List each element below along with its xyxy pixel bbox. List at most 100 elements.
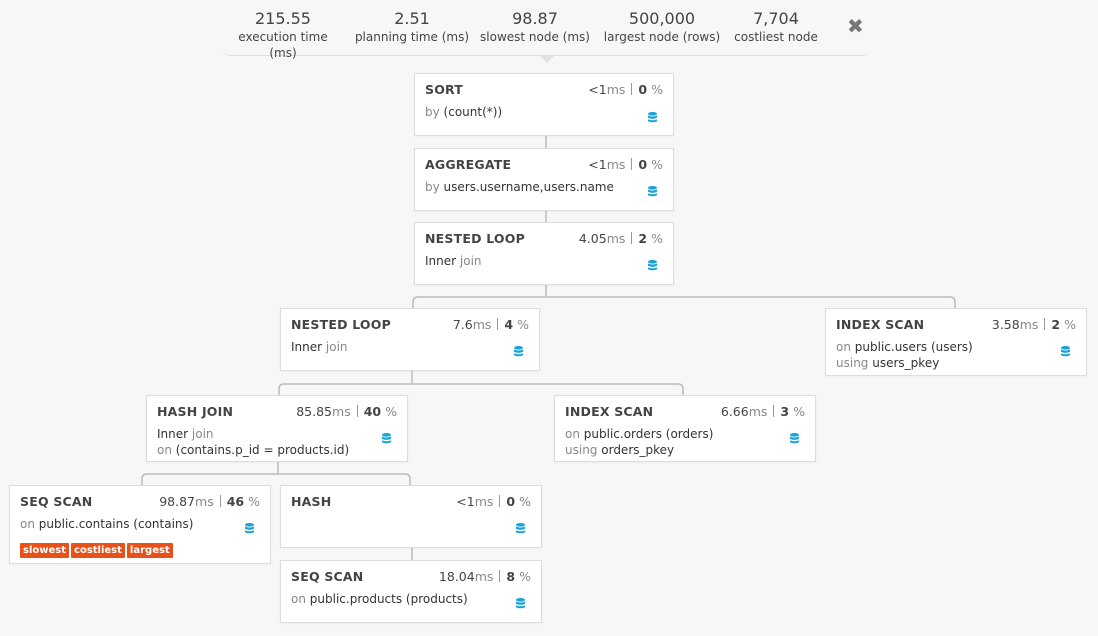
node-title: SEQ SCAN <box>291 569 364 584</box>
node-time: 4.05 <box>578 231 607 246</box>
plan-node-seq-scan[interactable]: SEQ SCAN 18.04ms 8 % on public.products (… <box>280 560 542 623</box>
database-icon[interactable] <box>648 112 657 123</box>
node-tags: slowest costliest largest <box>20 538 175 558</box>
node-desc-value: public.contains (contains) <box>38 517 194 531</box>
node-time-unit: ms <box>606 231 626 246</box>
node-description: by users.username,users.name <box>425 179 614 195</box>
database-icon[interactable] <box>648 186 657 197</box>
slowest-tag: slowest <box>20 543 70 558</box>
node-time-unit: ms <box>606 82 626 97</box>
node-desc-value: (count(*)) <box>443 105 503 119</box>
node-time-unit: ms <box>195 494 214 509</box>
node-time: 3.58 <box>991 317 1020 332</box>
database-icon[interactable] <box>514 346 523 357</box>
plan-node-seq-scan[interactable]: SEQ SCAN 98.87ms 46 % on public.contains … <box>9 485 271 564</box>
node-desc-key: on <box>836 340 851 354</box>
node-metrics: <1ms 0 % <box>588 82 663 97</box>
node-title: NESTED LOOP <box>425 231 525 246</box>
node-percent-unit: % <box>651 157 663 172</box>
node-desc-value: public.users (users) <box>854 340 973 354</box>
node-description: by (count(*)) <box>425 104 502 120</box>
node-time-unit: ms <box>748 404 768 419</box>
node-metrics: 4.05ms 2 % <box>579 231 663 246</box>
node-description: Inner join on (contains.p_id = products.i… <box>157 426 349 458</box>
node-title: NESTED LOOP <box>291 317 391 332</box>
node-percent-unit: % <box>519 569 531 584</box>
node-title: INDEX SCAN <box>565 404 654 419</box>
node-time: <1 <box>588 157 607 172</box>
node-desc-value: Inner <box>157 427 189 441</box>
plan-node-index-scan[interactable]: INDEX SCAN 3.58ms 2 % on public.users (us… <box>825 308 1087 376</box>
node-metrics: <1ms 0 % <box>456 494 531 509</box>
database-icon[interactable] <box>516 598 525 609</box>
node-title: SEQ SCAN <box>20 494 93 509</box>
node-time-unit: ms <box>474 569 494 584</box>
node-desc-value: Inner <box>291 340 323 354</box>
database-icon[interactable] <box>1061 346 1070 357</box>
node-percent: 0 <box>506 494 516 509</box>
node-metrics: 7.6ms 4 % <box>453 317 529 332</box>
node-description: on public.orders (orders) using orders_pk… <box>565 426 713 458</box>
node-percent: 0 <box>638 157 648 172</box>
node-time: 98.87 <box>159 494 196 509</box>
plan-node-sort[interactable]: SORT <1ms 0 % by (count(*)) <box>414 73 674 136</box>
node-desc-key: on <box>291 592 306 606</box>
largest-tag: largest <box>126 543 173 558</box>
database-icon[interactable] <box>245 523 254 534</box>
node-time-unit: ms <box>472 317 492 332</box>
node-percent: 4 <box>504 317 514 332</box>
node-title: AGGREGATE <box>425 157 512 172</box>
node-title: HASH JOIN <box>157 404 234 419</box>
node-percent-unit: % <box>651 82 663 97</box>
node-time: 7.6 <box>452 317 473 332</box>
node-desc-key: by <box>425 180 440 194</box>
plan-node-hash-join[interactable]: HASH JOIN 85.85ms 40 % Inner join on (cont… <box>146 395 408 462</box>
node-metrics: 6.66ms 3 % <box>721 404 805 419</box>
node-percent: 2 <box>638 231 648 246</box>
node-time-unit: ms <box>606 157 626 172</box>
node-percent-unit: % <box>1064 317 1076 332</box>
node-percent: 40 <box>363 404 382 419</box>
node-time: 85.85 <box>296 404 333 419</box>
node-percent: 8 <box>506 569 516 584</box>
node-time: 18.04 <box>438 569 475 584</box>
database-icon[interactable] <box>790 433 799 444</box>
node-desc-key: on <box>20 517 35 531</box>
node-metrics: 18.04ms 8 % <box>439 569 531 584</box>
node-percent: 2 <box>1051 317 1061 332</box>
node-time-unit: ms <box>1019 317 1039 332</box>
node-desc-value: public.orders (orders) <box>583 427 714 441</box>
plan-node-index-scan[interactable]: INDEX SCAN 6.66ms 3 % on public.orders (o… <box>554 395 816 462</box>
node-desc-value: users_pkey <box>872 356 940 370</box>
node-desc-key: on <box>565 427 580 441</box>
node-desc-key: using <box>565 443 598 457</box>
node-percent-unit: % <box>385 404 397 419</box>
node-description: Inner join <box>425 253 482 269</box>
node-description: on public.products (products) <box>291 591 468 607</box>
plan-node-nested-loop[interactable]: NESTED LOOP 7.6ms 4 % Inner join <box>280 308 540 371</box>
node-percent: 0 <box>638 82 648 97</box>
node-metrics: 85.85ms 40 % <box>296 404 397 419</box>
node-time: <1 <box>588 82 607 97</box>
node-time: <1 <box>456 494 475 509</box>
node-percent-unit: % <box>517 317 529 332</box>
node-percent-unit: % <box>519 494 531 509</box>
node-title: SORT <box>425 82 464 97</box>
node-desc-key: join <box>191 427 214 441</box>
database-icon[interactable] <box>382 433 391 444</box>
node-desc-value: Inner <box>425 254 457 268</box>
node-desc-value: public.products (products) <box>309 592 468 606</box>
node-metrics: <1ms 0 % <box>588 157 663 172</box>
node-percent: 46 <box>226 494 245 509</box>
plan-node-aggregate[interactable]: AGGREGATE <1ms 0 % by users.username,user… <box>414 148 674 211</box>
node-description: Inner join <box>291 339 348 355</box>
database-icon[interactable] <box>516 523 525 534</box>
node-time: 6.66 <box>720 404 749 419</box>
database-icon[interactable] <box>648 260 657 271</box>
node-desc-key: on <box>157 443 172 457</box>
plan-node-nested-loop[interactable]: NESTED LOOP 4.05ms 2 % Inner join <box>414 222 674 285</box>
plan-node-hash[interactable]: HASH <1ms 0 % <box>280 485 542 548</box>
costliest-tag: costliest <box>71 543 125 558</box>
node-desc-key: join <box>325 340 348 354</box>
node-desc-key: by <box>425 105 440 119</box>
